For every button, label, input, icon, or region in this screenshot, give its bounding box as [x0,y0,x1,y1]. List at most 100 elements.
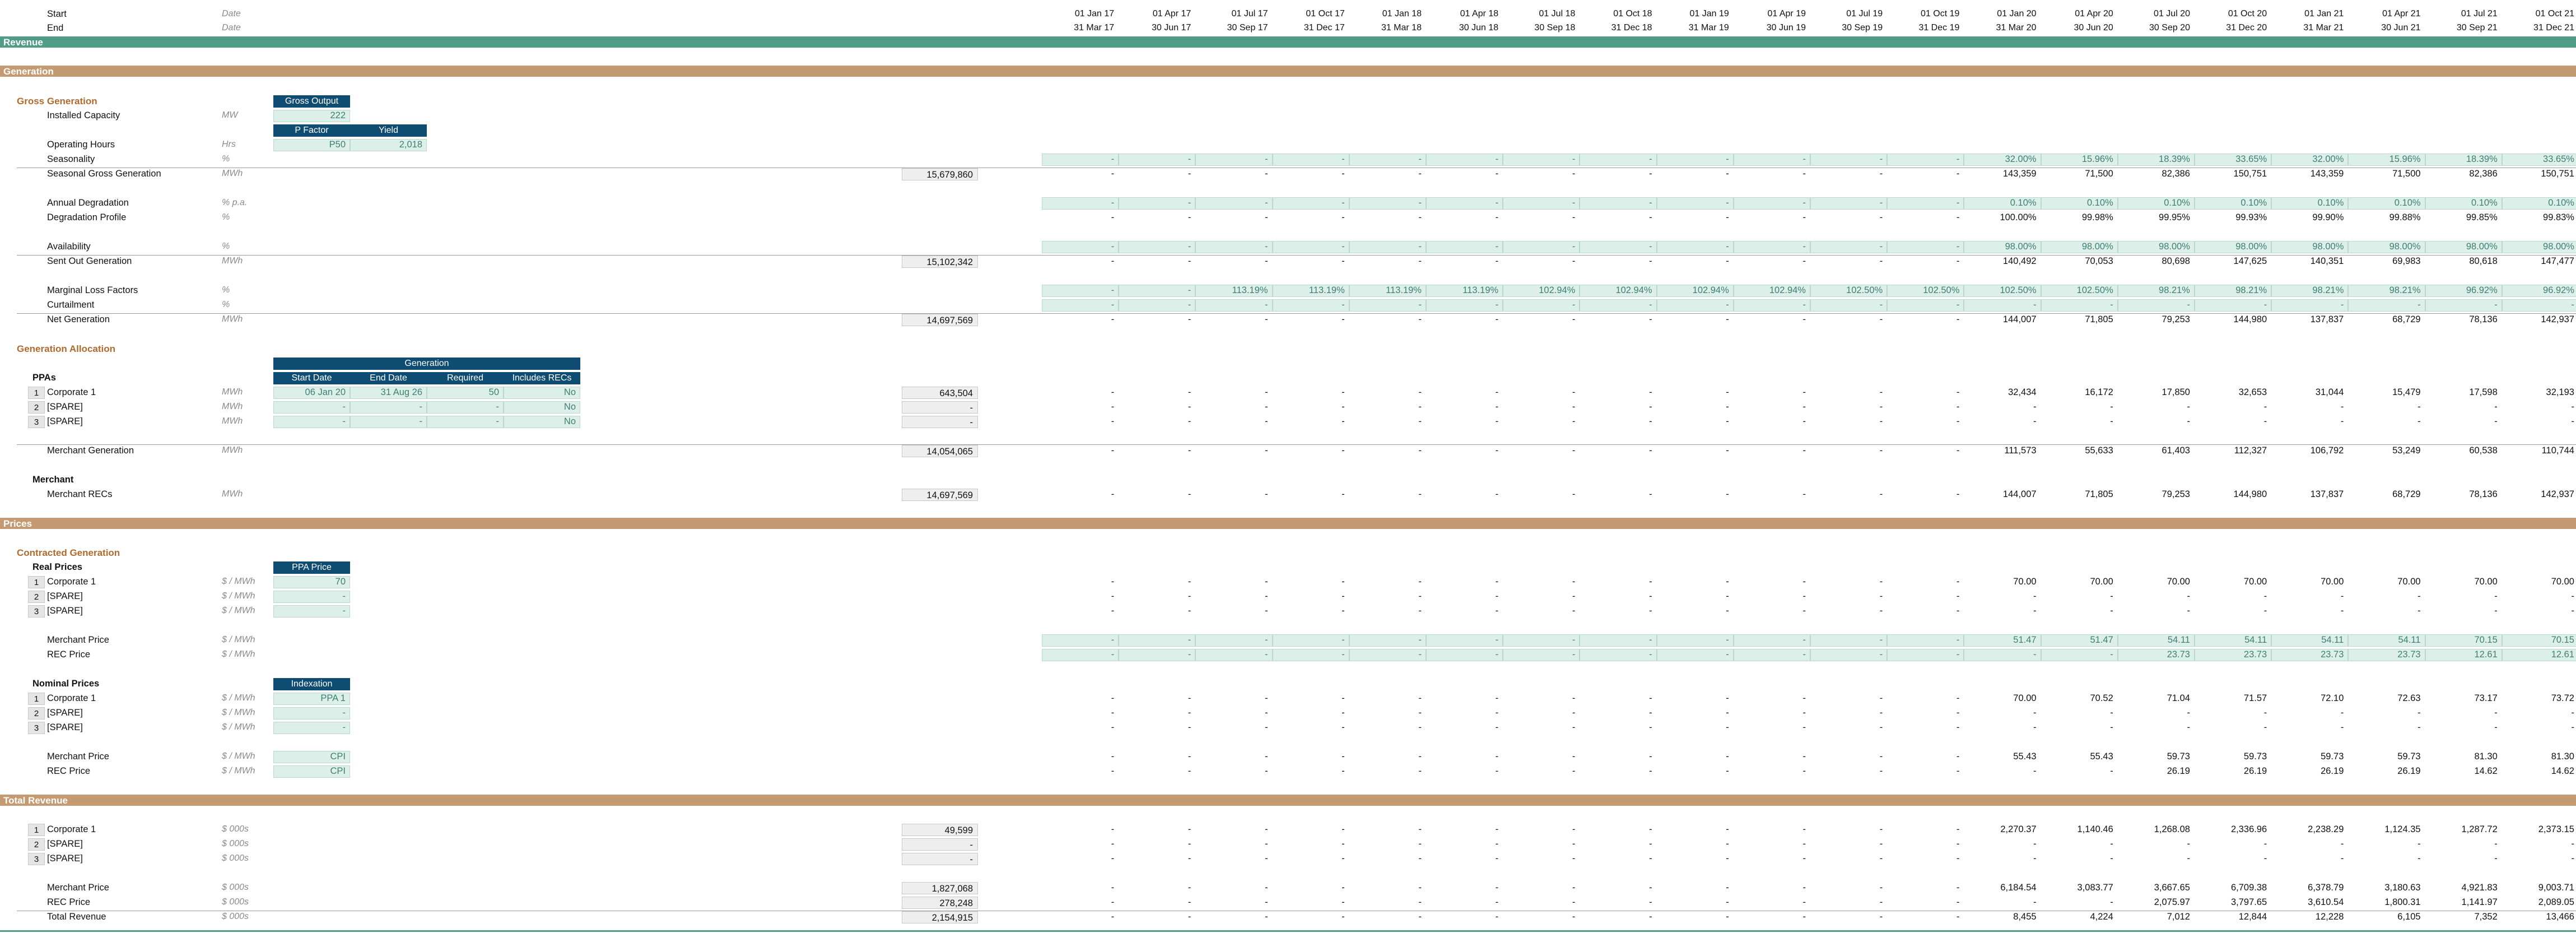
curtailment-value[interactable]: - [1657,300,1729,312]
yield-input-text[interactable]: 2,018 [350,140,422,151]
real-rec-price-value[interactable]: - [1964,650,2037,661]
seasonality-value[interactable]: - [1734,155,1806,166]
seasonality-value[interactable]: - [1273,155,1345,166]
ppa-price-input-text[interactable]: - [273,606,346,618]
curtailment-value[interactable]: - [2502,300,2574,312]
indexation-input-text[interactable]: - [273,723,346,734]
annual-degradation-value[interactable]: - [1119,198,1191,210]
real-rec-price-value[interactable]: 23.73 [2195,650,2267,661]
curtailment-value[interactable]: - [1580,300,1652,312]
seasonality-value[interactable]: - [1503,155,1576,166]
seasonality-value[interactable]: 18.39% [2118,155,2190,166]
availability-value[interactable]: - [1042,242,1115,253]
real-merchant-price-value[interactable]: - [1119,635,1191,647]
curtailment-value[interactable]: - [2271,300,2344,312]
ppa-includes-recs-text[interactable]: No [504,417,576,428]
seasonality-value[interactable]: - [1810,155,1883,166]
real-merchant-price-value[interactable]: - [1580,635,1652,647]
real-merchant-price-value[interactable]: - [1195,635,1268,647]
annual-degradation-value[interactable]: 0.10% [2425,198,2498,210]
indexation-input-text[interactable]: - [273,708,346,720]
real-merchant-price-value[interactable]: 54.11 [2348,635,2421,647]
real-merchant-price-value[interactable]: - [1657,635,1729,647]
real-rec-price-value[interactable]: - [1734,650,1806,661]
real-merchant-price-value[interactable]: 51.47 [1964,635,2036,647]
real-rec-price-value[interactable]: 23.73 [2118,650,2190,661]
curtailment-value[interactable]: - [1734,300,1806,312]
ppa-end-date-text[interactable]: - [350,417,423,428]
curtailment-value[interactable]: - [2195,300,2267,312]
real-rec-price-value[interactable]: - [1503,650,1576,661]
real-rec-price-value[interactable]: - [1580,650,1652,661]
marginal-loss-factors-value[interactable]: 113.19% [1273,286,1345,297]
availability-value[interactable]: - [1810,242,1883,253]
merchant-indexation-input-text[interactable]: CPI [273,752,346,763]
marginal-loss-factors-value[interactable]: 102.94% [1503,286,1575,297]
real-merchant-price-value[interactable]: - [1273,635,1345,647]
availability-value[interactable]: - [1887,242,1960,253]
curtailment-value[interactable]: - [1195,300,1268,312]
marginal-loss-factors-value[interactable]: 98.21% [2195,286,2267,297]
seasonality-value[interactable]: 32.00% [1964,155,2037,166]
real-rec-price-value[interactable]: - [1349,650,1422,661]
availability-value[interactable]: - [1580,242,1652,253]
real-merchant-price-value[interactable]: - [1426,635,1499,647]
marginal-loss-factors-value[interactable]: 113.19% [1195,286,1268,297]
p-factor-input-text[interactable]: P50 [273,140,346,151]
marginal-loss-factors-value[interactable]: 96.92% [2425,286,2498,297]
real-merchant-price-value[interactable]: 70.15 [2425,635,2497,647]
seasonality-value[interactable]: 32.00% [2271,155,2344,166]
seasonality-value[interactable]: 33.65% [2195,155,2267,166]
rec-indexation-input-text[interactable]: CPI [273,767,346,778]
real-rec-price-value[interactable]: 12.61 [2502,650,2574,661]
marginal-loss-factors-value[interactable]: 102.50% [1887,286,1959,297]
ppa-end-date-text[interactable]: - [350,402,423,414]
real-merchant-price-value[interactable]: - [1503,635,1576,647]
seasonality-value[interactable]: 15.96% [2041,155,2113,166]
real-merchant-price-value[interactable]: - [1810,635,1883,647]
ppa-includes-recs-text[interactable]: No [504,402,576,414]
annual-degradation-value[interactable]: 0.10% [2348,198,2421,210]
real-merchant-price-value[interactable]: - [1887,635,1960,647]
availability-value[interactable]: 98.00% [2348,242,2421,253]
marginal-loss-factors-value[interactable]: - [1042,286,1115,297]
curtailment-value[interactable]: - [2348,300,2421,312]
annual-degradation-value[interactable]: - [1349,198,1422,210]
real-rec-price-value[interactable]: 12.61 [2425,650,2497,661]
marginal-loss-factors-value[interactable]: 102.94% [1657,286,1729,297]
real-rec-price-value[interactable]: - [1657,650,1729,661]
annual-degradation-value[interactable]: - [1195,198,1268,210]
annual-degradation-value[interactable]: 0.10% [2502,198,2574,210]
marginal-loss-factors-value[interactable]: 98.21% [2348,286,2421,297]
ppa-start-date-text[interactable]: - [273,402,346,414]
availability-value[interactable]: 98.00% [2502,242,2574,253]
real-merchant-price-value[interactable]: 51.47 [2041,635,2113,647]
real-rec-price-value[interactable]: - [1810,650,1883,661]
availability-value[interactable]: 98.00% [2425,242,2498,253]
ppa-price-input-text[interactable]: 70 [273,577,346,588]
availability-value[interactable]: - [1503,242,1576,253]
real-rec-price-value[interactable]: - [1273,650,1345,661]
curtailment-value[interactable]: - [1042,300,1115,312]
curtailment-value[interactable]: - [1887,300,1960,312]
annual-degradation-value[interactable]: 0.10% [2118,198,2190,210]
marginal-loss-factors-value[interactable]: 102.50% [2041,286,2113,297]
ppa-includes-recs-text[interactable]: No [504,388,576,399]
curtailment-value[interactable]: - [1503,300,1576,312]
annual-degradation-value[interactable]: 0.10% [1964,198,2037,210]
indexation-input-text[interactable]: PPA 1 [273,694,346,705]
seasonality-value[interactable]: - [1657,155,1729,166]
availability-value[interactable]: - [1426,242,1499,253]
availability-value[interactable]: - [1349,242,1422,253]
curtailment-value[interactable]: - [2041,300,2113,312]
real-rec-price-value[interactable]: - [1887,650,1960,661]
real-merchant-price-value[interactable]: 54.11 [2118,635,2190,647]
annual-degradation-value[interactable]: - [1273,198,1345,210]
seasonality-value[interactable]: - [1042,155,1115,166]
seasonality-value[interactable]: - [1119,155,1191,166]
curtailment-value[interactable]: - [1810,300,1883,312]
real-rec-price-value[interactable]: - [1042,650,1115,661]
annual-degradation-value[interactable]: - [1042,198,1115,210]
seasonality-value[interactable]: - [1426,155,1499,166]
ppa-required-text[interactable]: - [427,402,500,414]
